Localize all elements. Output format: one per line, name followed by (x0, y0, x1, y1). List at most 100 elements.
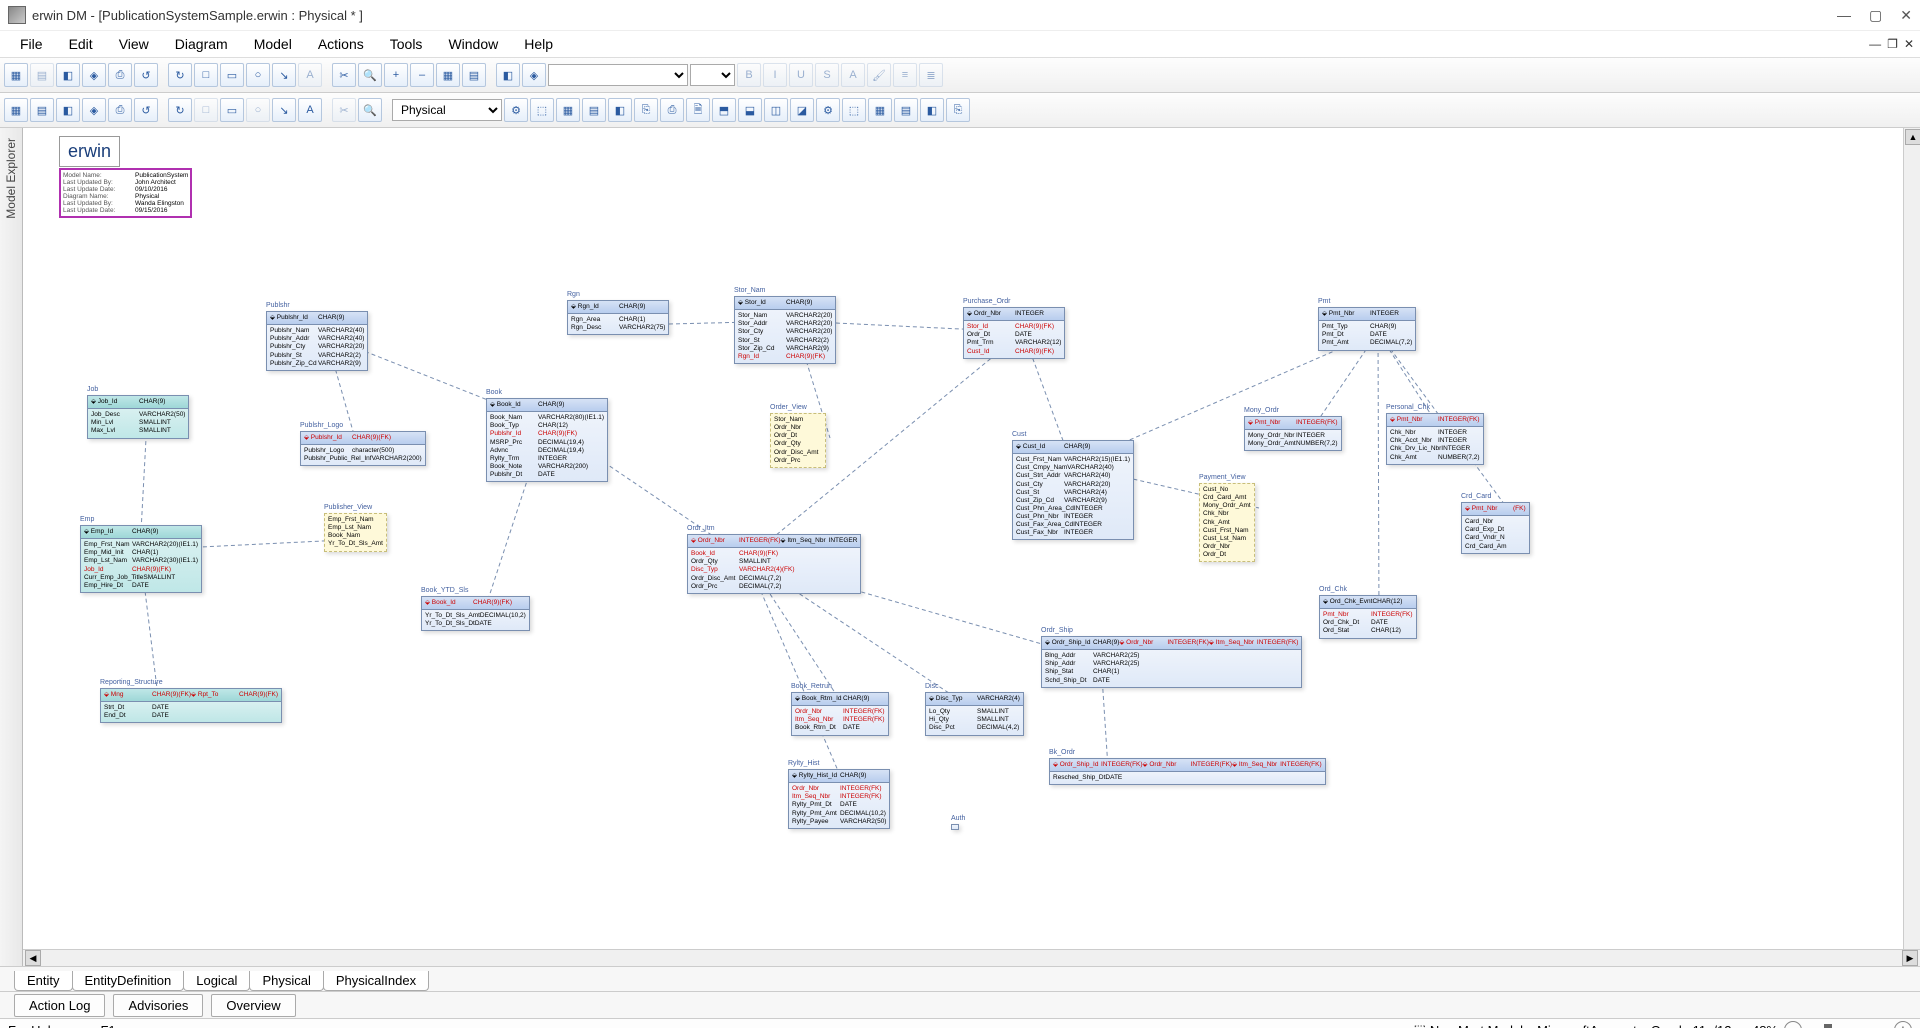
menu-help[interactable]: Help (514, 34, 563, 54)
format-button[interactable]: A (841, 63, 865, 87)
toolbar-button[interactable]: A (298, 63, 322, 87)
entity-bkordr[interactable]: ⬙ Ordr_Ship_IdINTEGER (FK)⬙ Ordr_NbrINTE… (1049, 758, 1326, 785)
entity-cust[interactable]: ⬙ Cust_IdCHAR(9)Cust_Frst_NamVARCHAR2(15… (1012, 440, 1134, 540)
menu-tools[interactable]: Tools (380, 34, 433, 54)
toolbar-button[interactable]: 🔍 (358, 63, 382, 87)
toolbar-button[interactable]: ▤ (582, 98, 606, 122)
tab-entity[interactable]: Entity (14, 971, 73, 991)
menu-actions[interactable]: Actions (308, 34, 374, 54)
toolbar-button[interactable]: ◈ (522, 63, 546, 87)
entity-auth[interactable] (951, 824, 959, 830)
tab-physical[interactable]: Physical (249, 971, 323, 991)
toolbar-button[interactable]: ▤ (894, 98, 918, 122)
view-select[interactable]: Physical (392, 99, 502, 121)
toolbar-button[interactable]: ↺ (134, 63, 158, 87)
toolbar-button[interactable]: ○ (246, 63, 270, 87)
toolbar-button[interactable]: ⎘ (634, 98, 658, 122)
toolbar-button[interactable]: ◧ (920, 98, 944, 122)
format-button[interactable]: ≣ (919, 63, 943, 87)
toolbar-button[interactable]: ↻ (168, 98, 192, 122)
toolbar-button[interactable]: ✂ (332, 98, 356, 122)
toolbar-button[interactable]: A (298, 98, 322, 122)
vertical-scrollbar[interactable]: ▲ (1903, 128, 1920, 950)
entity-rgn[interactable]: ⬙ Rgn_IdCHAR(9)Rgn_AreaCHAR(1)Rgn_DescVA… (567, 300, 669, 335)
entity-job[interactable]: ⬙ Job_IdCHAR(9)Job_DescVARCHAR2(50)Min_L… (87, 395, 189, 439)
toolbar-button[interactable]: ◈ (82, 63, 106, 87)
close-button[interactable]: ✕ (1900, 7, 1912, 24)
zoom-out-button[interactable]: − (1784, 1021, 1802, 1028)
toolbar-button[interactable]: 🔍 (358, 98, 382, 122)
toolbar-button[interactable]: ◧ (496, 63, 520, 87)
entity-pmt[interactable]: ⬙ Pmt_NbrINTEGERPmt_TypCHAR(9)Pmt_DtDATE… (1318, 307, 1416, 351)
mdi-minimize[interactable]: — (1869, 37, 1881, 51)
toolbar-button[interactable]: ▤ (30, 63, 54, 87)
format-button[interactable]: ≡ (893, 63, 917, 87)
toolbar-button[interactable]: ⬒ (712, 98, 736, 122)
entity-ordchk[interactable]: ⬙ Ord_Chk_EvntCHAR(12)Pmt_NbrINTEGER (FK… (1319, 595, 1417, 639)
menu-diagram[interactable]: Diagram (165, 34, 238, 54)
entity-ordrview[interactable]: Stor_NamOrdr_NbrOrdr_DtOrdr_QtyOrdr_Disc… (770, 413, 826, 468)
toolbar-button[interactable]: ⚙ (816, 98, 840, 122)
entity-stor[interactable]: ⬙ Stor_IdCHAR(9)Stor_NamVARCHAR2(20)Stor… (734, 296, 836, 364)
toolbar-button[interactable]: ⬓ (738, 98, 762, 122)
toolbar-button[interactable]: ⎙ (108, 98, 132, 122)
entity-ordritm[interactable]: ⬙ Ordr_NbrINTEGER (FK)⬙ Itm_Seq_NbrINTEG… (687, 534, 861, 594)
entity-publogo[interactable]: ⬙ Publshr_IdCHAR(9) (FK)Publshr_Logochar… (300, 431, 426, 466)
format-button[interactable]: I (763, 63, 787, 87)
toolbar-button[interactable]: ⬚ (530, 98, 554, 122)
toolbar-button[interactable]: ◪ (790, 98, 814, 122)
toolbar-button[interactable]: ✂ (332, 63, 356, 87)
entity-crdcard[interactable]: ⬙ Pmt_Nbr (FK)Card_NbrCard_Exp_DtCard_Vn… (1461, 502, 1530, 554)
toolbar-button[interactable]: ▦ (556, 98, 580, 122)
menu-file[interactable]: File (10, 34, 53, 54)
scroll-right-arrow[interactable]: ▶ (1902, 950, 1918, 966)
model-explorer-panel[interactable]: Model Explorer (0, 128, 23, 966)
menu-edit[interactable]: Edit (59, 34, 103, 54)
format-button[interactable]: B (737, 63, 761, 87)
size-select[interactable] (690, 64, 735, 86)
toolbar-button[interactable]: ▦ (868, 98, 892, 122)
tab-entitydefinition[interactable]: EntityDefinition (72, 971, 185, 991)
toolbar-button[interactable]: ▦ (436, 63, 460, 87)
entity-pchk[interactable]: ⬙ Pmt_NbrINTEGER (FK)Chk_NbrINTEGERChk_A… (1386, 413, 1484, 465)
mdi-restore[interactable]: ❐ (1887, 37, 1898, 51)
scroll-left-arrow[interactable]: ◀ (25, 950, 41, 966)
entity-publshr[interactable]: ⬙ Publshr_IdCHAR(9)Publshr_NamVARCHAR2(4… (266, 311, 368, 371)
btab-action-log[interactable]: Action Log (14, 994, 105, 1017)
format-button[interactable]: U (789, 63, 813, 87)
entity-purch[interactable]: ⬙ Ordr_NbrINTEGERStor_IdCHAR(9) (FK)Ordr… (963, 307, 1065, 359)
entity-emp[interactable]: ⬙ Emp_IdCHAR(9)Emp_Frst_NamVARCHAR2(20) … (80, 525, 202, 593)
toolbar-button[interactable]: ◫ (764, 98, 788, 122)
entity-book[interactable]: ⬙ Book_IdCHAR(9)Book_NamVARCHAR2(80) (IE… (486, 398, 608, 482)
entity-payview[interactable]: Cust_NoCrd_Card_AmtMony_Ordr_AmtChk_NbrC… (1199, 483, 1255, 562)
toolbar-button[interactable]: ↘ (272, 98, 296, 122)
toolbar-button[interactable]: ↻ (168, 63, 192, 87)
horizontal-scrollbar[interactable]: ◀ ▶ (23, 949, 1920, 966)
font-select[interactable] (548, 64, 688, 86)
zoom-in-button[interactable]: + (1894, 1021, 1912, 1028)
minimize-button[interactable]: — (1837, 7, 1851, 24)
tab-physicalindex[interactable]: PhysicalIndex (323, 971, 429, 991)
toolbar-button[interactable]: 🗎 (686, 98, 710, 122)
menu-model[interactable]: Model (244, 34, 302, 54)
scroll-up-arrow[interactable]: ▲ (1905, 129, 1920, 145)
toolbar-button[interactable]: ⎘ (946, 98, 970, 122)
entity-ytd[interactable]: ⬙ Book_IdCHAR(9) (FK)Yr_To_Dt_Sls_AmtDEC… (421, 596, 530, 631)
entity-rylty[interactable]: ⬙ Rylty_Hist_IdCHAR(9)Ordr_NbrINTEGER (F… (788, 769, 890, 829)
toolbar-button[interactable]: ↘ (272, 63, 296, 87)
format-button[interactable]: 🖌 (867, 63, 891, 87)
maximize-button[interactable]: ▢ (1869, 7, 1882, 24)
entity-rptstr[interactable]: ⬙ MngCHAR(9) (FK)⬙ Rpt_ToCHAR(9) (FK)Str… (100, 688, 282, 723)
entity-bookret[interactable]: ⬙ Book_Rtrn_IdCHAR(9)Ordr_NbrINTEGER (FK… (791, 692, 889, 736)
btab-overview[interactable]: Overview (211, 994, 295, 1017)
toolbar-button[interactable]: ▭ (220, 98, 244, 122)
toolbar-button[interactable]: ◧ (608, 98, 632, 122)
format-button[interactable]: S (815, 63, 839, 87)
tab-logical[interactable]: Logical (183, 971, 250, 991)
toolbar-button[interactable]: ▦ (4, 63, 28, 87)
entity-ordship[interactable]: ⬙ Ordr_Ship_IdCHAR(9)⬙ Ordr_NbrINTEGER (… (1041, 636, 1302, 688)
toolbar-button[interactable]: ⬚ (842, 98, 866, 122)
entity-monyordr[interactable]: ⬙ Pmt_NbrINTEGER (FK)Mony_Ordr_NbrINTEGE… (1244, 416, 1342, 451)
entity-disc[interactable]: ⬙ Disc_TypVARCHAR2(4)Lo_QtySMALLINTHi_Qt… (925, 692, 1024, 736)
toolbar-button[interactable]: – (410, 63, 434, 87)
